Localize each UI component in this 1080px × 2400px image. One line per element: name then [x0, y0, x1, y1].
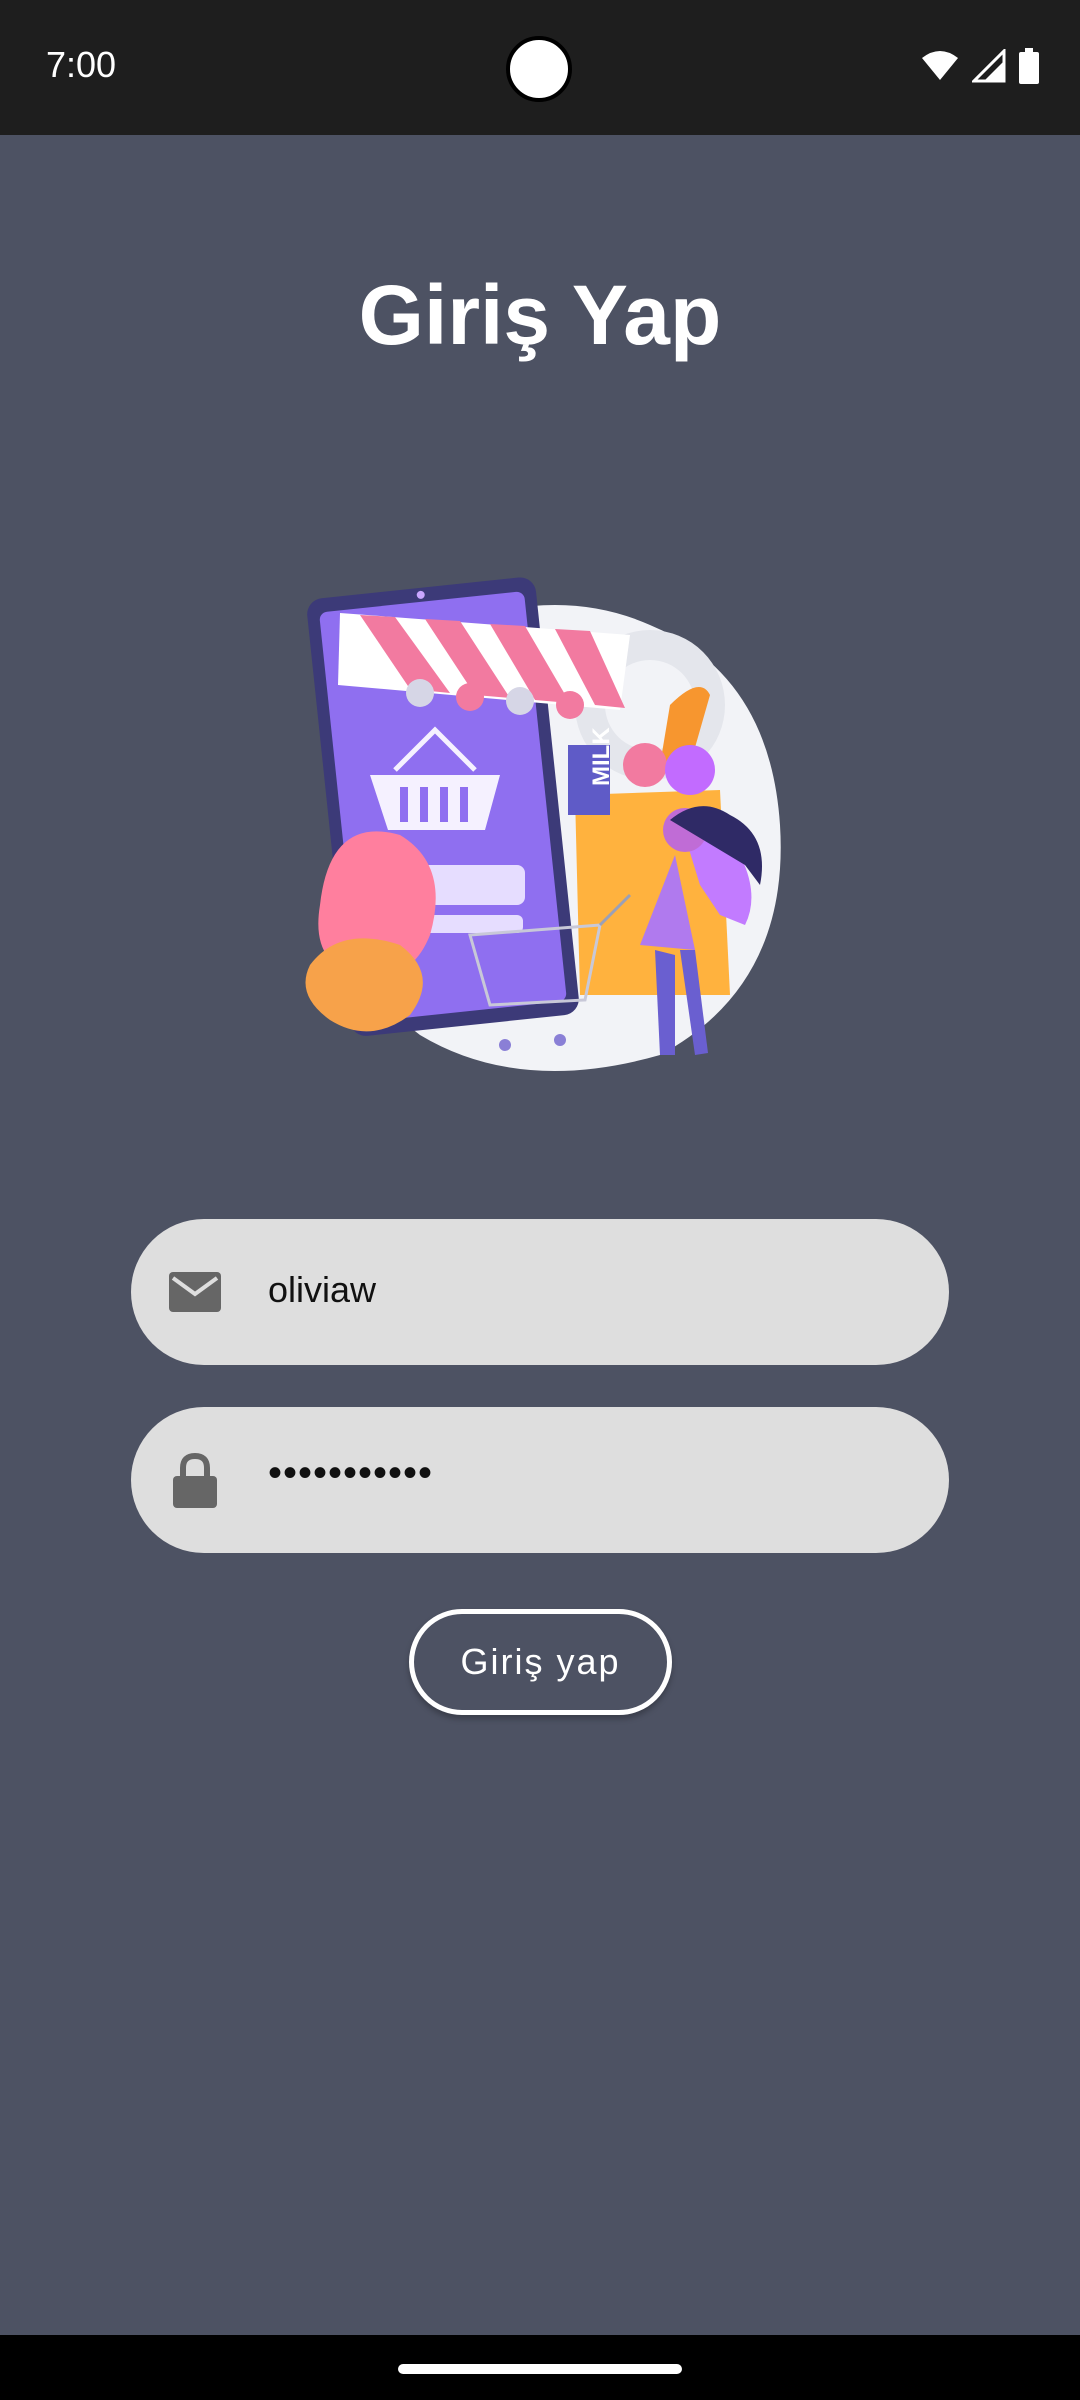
camera-cutout	[506, 36, 572, 102]
wifi-icon	[922, 51, 958, 80]
lock-icon	[173, 1452, 217, 1508]
page-title: Giriş Yap	[358, 268, 722, 362]
login-button[interactable]: Giriş yap	[409, 1609, 672, 1715]
home-indicator[interactable]	[398, 2364, 682, 2374]
email-value: oliviaw	[268, 1269, 377, 1310]
password-value: •••••••••••	[268, 1451, 434, 1495]
status-time: 7:00	[46, 44, 117, 85]
email-field[interactable]: oliviaw	[131, 1219, 949, 1365]
envelope-icon	[169, 1272, 221, 1312]
status-icons	[920, 48, 1040, 84]
password-field[interactable]: •••••••••••	[131, 1407, 949, 1553]
shopping-illustration: MILK	[305, 577, 781, 1071]
status-bar: 7:00	[0, 0, 1080, 135]
battery-icon	[1019, 48, 1039, 84]
signal-icon	[972, 49, 1006, 83]
login-screen: Giriş Yap MILK oliviaw ••••••••••• Giriş…	[0, 135, 1080, 2335]
milk-label: MILK	[588, 727, 615, 786]
